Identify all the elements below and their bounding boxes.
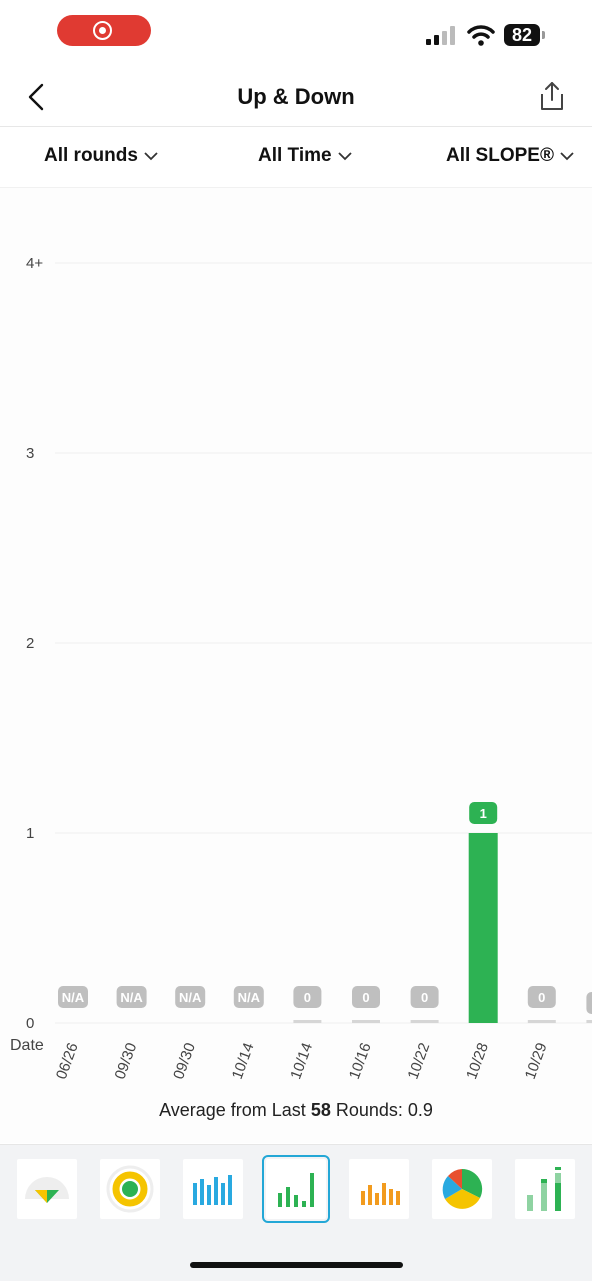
wifi-icon (467, 25, 495, 46)
rounds-filter-label: All rounds (44, 145, 138, 166)
time-filter-label: All Time (258, 145, 332, 166)
page-title: Up & Down (237, 84, 355, 109)
data-label: 0 (304, 990, 311, 1005)
rounds-filter-dropdown[interactable]: All rounds (44, 145, 158, 167)
chevron-down-icon (144, 152, 158, 161)
chart-type-pie[interactable] (432, 1159, 492, 1219)
share-icon[interactable] (538, 80, 566, 112)
status-bar: 82 (0, 0, 592, 68)
chart-type-selector (0, 1144, 592, 1281)
battery-tip (542, 31, 545, 39)
bar (468, 833, 498, 1023)
slope-filter-label: All SLOPE® (446, 145, 554, 166)
average-rounds-count: 58 (310, 1100, 331, 1120)
data-label: 0 (538, 990, 545, 1005)
chart-type-gauge[interactable] (17, 1159, 77, 1219)
chevron-down-icon (337, 152, 352, 161)
average-summary: Average from Last 58 Rounds: 0.9 (0, 1100, 592, 1121)
chart-type-green-bars[interactable] (262, 1155, 330, 1223)
cellular-signal-icon (426, 26, 458, 45)
x-tick-label: 10/22 (405, 1041, 434, 1082)
x-tick-label: 10/28 (463, 1041, 492, 1082)
chart-type-stacked-bars[interactable] (515, 1159, 575, 1219)
y-tick-label: 4+ (26, 255, 43, 272)
screen-recording-indicator[interactable] (57, 15, 151, 46)
data-label: 1 (480, 806, 487, 821)
filter-bar: All rounds All Time All SLOPE® (0, 127, 592, 188)
data-label-badge (586, 992, 592, 1014)
chart-type-donut[interactable] (100, 1159, 160, 1219)
gauge-chart-icon (25, 1177, 69, 1203)
chevron-down-icon (560, 152, 574, 161)
data-label: N/A (120, 990, 143, 1005)
bar (586, 1020, 592, 1023)
y-tick-label: 2 (26, 635, 34, 652)
x-tick-label: 10/14 (287, 1041, 316, 1082)
data-label: N/A (238, 990, 261, 1005)
data-label: 0 (421, 990, 428, 1005)
bar (352, 1020, 380, 1023)
y-tick-label: 3 (26, 445, 34, 462)
data-label: N/A (62, 990, 85, 1005)
stacked-bar-chart-icon (527, 1167, 561, 1211)
data-label: N/A (179, 990, 202, 1005)
battery-level: 82 (504, 24, 540, 46)
y-tick-label: 1 (26, 825, 34, 842)
orange-bar-chart-icon (361, 1183, 400, 1205)
time-filter-dropdown[interactable]: All Time (258, 145, 352, 167)
up-down-bar-chart[interactable]: 0 1 2 3 4+ Date N/A 06/26 N/A 09/30 N/A 09/30 N/A 10/… (0, 188, 592, 1088)
pie-chart-icon (442, 1168, 483, 1209)
x-tick-label: 10/16 (346, 1041, 375, 1082)
bar (293, 1020, 322, 1023)
slope-filter-dropdown[interactable]: All SLOPE® (446, 145, 574, 167)
x-tick-label: 09/30 (170, 1041, 199, 1082)
average-prefix: Average from Last (159, 1100, 311, 1120)
chart-type-blue-bars[interactable] (183, 1159, 243, 1219)
x-axis-label: Date (10, 1037, 44, 1054)
y-tick-label: 0 (26, 1015, 34, 1032)
chart-type-orange-bars[interactable] (349, 1159, 409, 1219)
x-tick-label: 10/14 (229, 1041, 258, 1082)
green-bar-chart-icon (278, 1173, 314, 1207)
average-suffix: Rounds: 0.9 (330, 1100, 433, 1120)
data-label: 0 (362, 990, 369, 1005)
x-tick-label: 09/30 (112, 1041, 141, 1082)
navigation-bar: Up & Down (0, 68, 592, 127)
home-indicator[interactable] (190, 1262, 403, 1268)
x-tick-label: 10/29 (522, 1041, 551, 1082)
bar (527, 1020, 556, 1023)
blue-bar-chart-icon (193, 1175, 232, 1205)
bar (410, 1020, 439, 1023)
x-tick-label: 06/26 (53, 1041, 82, 1082)
donut-chart-icon (106, 1165, 154, 1213)
record-icon (93, 21, 112, 40)
